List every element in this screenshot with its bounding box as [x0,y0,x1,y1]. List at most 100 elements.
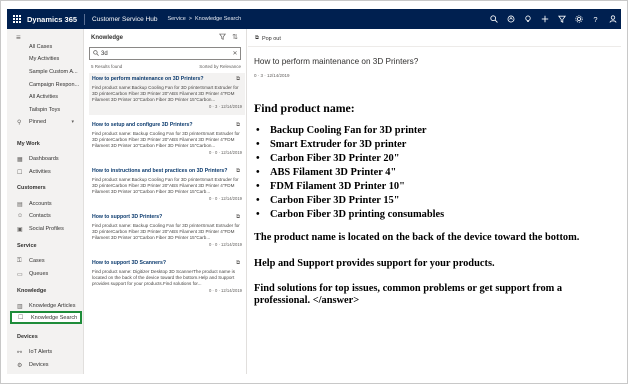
nav-label: Sample Custom A... [29,69,78,75]
recent-item-all-activities[interactable]: All Activities [7,91,84,103]
sidebar-item-knowledge-search[interactable]: ☐ Knowledge Search [10,311,82,324]
result-title[interactable]: How to perform maintenance on 3D Printer… [92,76,242,82]
result-snippet: Find product name: Digitizer Desktop 3D … [92,269,235,287]
article-paragraph: The product name is located on the back … [254,232,580,243]
chevron-down-icon: ▾ [71,119,74,125]
top-nav-bar: Dynamics 365 Customer Service Hub Servic… [7,9,621,29]
result-card[interactable]: How to setup and configure 3D Printers? … [89,119,245,161]
product-item: Carbon Fiber 3D printing consumables [256,208,614,222]
nav-label: Campaign Respon... [29,82,80,88]
result-title[interactable]: How to instructions and best practices o… [92,168,242,174]
contact-icon: ☺ [17,213,24,219]
top-nav-icons: ? [485,9,621,29]
group-devices: Devices [17,334,38,340]
device-icon: ⚙ [17,362,23,369]
user-icon[interactable] [604,9,621,29]
pinned-toggle[interactable]: ⚲ Pinned ▾ [7,116,84,128]
sidebar-item-iot-alerts[interactable]: ⚯ IoT Alerts [7,346,84,358]
product-item: FDM Filament 3D Printer 10" [256,180,614,194]
pane-title: Knowledge [91,35,124,41]
result-card[interactable]: How to instructions and best practices o… [89,165,245,207]
nav-label: Knowledge Articles [29,303,76,309]
recent-item-all-cases[interactable]: All Cases [7,41,84,53]
social-profile-icon: ▣ [17,226,23,233]
result-meta: 0 · 3 · 12/14/2019 [208,104,242,110]
open-article-icon[interactable]: ⧉ [236,260,240,267]
activities-icon: ☐ [17,169,23,176]
results-meta: 5 Results found Sorted by Relevance [91,64,241,69]
filter-icon[interactable] [219,33,227,42]
sort-label[interactable]: Sorted by Relevance [199,64,241,69]
open-article-icon[interactable]: ⧉ [236,168,240,175]
result-snippet: Find product name:Backup Cooling Fan for… [92,85,239,103]
result-snippet: Find product name: Backup Cooling Fan fo… [92,131,240,149]
sidebar-item-queues[interactable]: ▭ Queues [7,268,84,280]
search-input[interactable]: 3d ✕ [89,47,241,60]
sidebar-item-social-profiles[interactable]: ▣ Social Profiles [7,223,84,235]
result-card[interactable]: How to support 3D Scanners? ⧉ Find produ… [89,257,245,299]
nav-label: Social Profiles [29,226,64,232]
article-paragraph: Find solutions for top issues, common pr… [254,282,563,307]
recent-item-sample-custom[interactable]: Sample Custom A... [7,66,84,78]
nav-label: Tailspin Toys [29,107,61,113]
pane-toolbar: ⇅ [219,33,238,42]
group-my-work: My Work [17,141,40,147]
sidebar-item-activities[interactable]: ☐ Activities [7,166,84,178]
search-value[interactable]: 3d [101,51,230,57]
result-meta: 0 · 0 · 12/14/2019 [208,150,242,156]
breadcrumb-knowledge-search[interactable]: Knowledge Search [195,16,241,22]
result-title[interactable]: How to support 3D Printers? [92,214,242,220]
open-article-icon[interactable]: ⧉ [236,214,240,221]
group-customers: Customers [17,185,46,191]
product-item: ABS Filament 3D Printer 4" [256,166,614,180]
alert-icon: ⚯ [17,349,23,356]
brand-name[interactable]: Dynamics 365 [27,13,86,25]
help-icon[interactable]: ? [587,9,604,29]
recent-item-campaign-response[interactable]: Campaign Respon... [7,79,84,91]
results-count: 5 Results found [91,64,123,69]
product-item: Backup Cooling Fan for 3D printer [256,124,614,138]
sidebar-item-accounts[interactable]: ▤ Accounts [7,198,84,210]
result-meta: 0 · 0 · 12/14/2019 [208,242,242,248]
plus-icon[interactable] [536,9,553,29]
assistant-icon[interactable] [502,9,519,29]
breadcrumb-separator: > [188,16,192,22]
product-item: Smart Extruder for 3D printer [256,138,614,152]
recent-item-tailspin-toys[interactable]: Tailspin Toys [7,104,84,116]
result-card[interactable]: How to perform maintenance on 3D Printer… [89,73,245,115]
result-title[interactable]: How to support 3D Scanners? [92,260,242,266]
result-card[interactable]: How to support 3D Printers? ⧉ Find produ… [89,211,245,253]
nav-label: Dashboards [29,156,59,162]
clear-icon[interactable]: ✕ [230,50,240,57]
sidebar-item-contacts[interactable]: ☺ Contacts [7,210,84,222]
group-knowledge: Knowledge [17,288,47,294]
open-article-icon[interactable]: ⧉ [236,122,240,129]
app-frame: Dynamics 365 Customer Service Hub Servic… [0,0,628,384]
open-article-icon[interactable]: ⧉ [236,76,240,83]
filter-icon[interactable] [553,9,570,29]
settings-icon[interactable] [570,9,587,29]
product-item: Carbon Fiber 3D Printer 20" [256,152,614,166]
sidebar-item-cases[interactable]: ⚿ Cases [7,255,84,267]
dashboard-icon: ▦ [17,156,23,163]
app-name[interactable]: Customer Service Hub [85,16,157,23]
popout-label: Pop out [261,35,281,42]
search-icon [90,49,101,58]
nav-label: Cases [29,258,45,264]
pin-icon: ⚲ [17,119,22,126]
lightbulb-icon[interactable] [519,9,536,29]
recent-item-my-activities[interactable]: My Activities [7,53,84,65]
sidebar-item-dashboards[interactable]: ▦ Dashboards [7,153,84,165]
breadcrumb-service[interactable]: Service [167,16,185,22]
result-snippet: Find product name: Backup Cooling Fan fo… [92,223,240,241]
sort-icon[interactable]: ⇅ [232,33,238,42]
sidebar-item-devices[interactable]: ⚙ Devices [7,359,84,371]
search-icon[interactable] [485,9,502,29]
popout-button[interactable]: ⧉ Pop out [255,35,281,42]
app-launcher-icon[interactable] [7,9,27,29]
accounts-icon: ▤ [17,201,23,208]
result-meta: 0 · 0 · 12/14/2019 [208,288,242,294]
result-title[interactable]: How to setup and configure 3D Printers? [92,122,242,128]
nav-label: My Activities [29,56,60,62]
breadcrumb: Service > Knowledge Search [167,16,241,22]
